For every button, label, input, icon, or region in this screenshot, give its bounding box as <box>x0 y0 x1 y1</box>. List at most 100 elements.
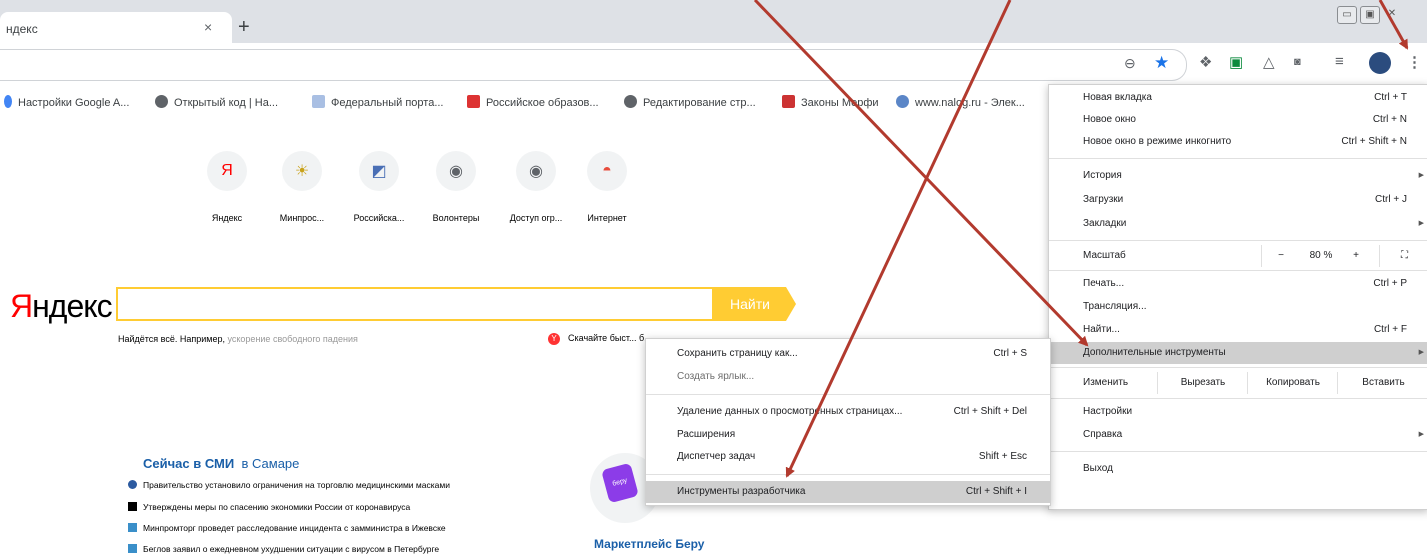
document-icon <box>312 95 325 108</box>
bookmark-item[interactable]: Российское образов... <box>467 95 599 109</box>
menu-divider <box>1049 367 1427 368</box>
browser-promo[interactable]: Y Скачайте быст... б... <box>548 333 652 345</box>
shortcut-tile[interactable]: ☀ Минпрос... <box>266 151 338 223</box>
chrome-menu: Новая вкладка Ctrl + T Новое окно Ctrl + N… <box>1048 84 1427 510</box>
star-icon[interactable]: ★ <box>1154 53 1169 73</box>
bookmark-item[interactable]: Законы Мерфи <box>782 95 879 109</box>
bookmark-item[interactable]: Настройки Google A... <box>4 95 129 109</box>
menu-label: Трансляция... <box>1083 301 1147 312</box>
new-tab-button[interactable]: + <box>238 17 250 37</box>
menu-item-help[interactable]: Справка ▶ <box>1049 424 1427 446</box>
menu-item-settings[interactable]: Настройки <box>1049 401 1427 423</box>
submenu-item-create-shortcut[interactable]: Создать ярлык... <box>646 366 1050 388</box>
globe-icon <box>155 95 168 108</box>
bookmark-label: Российское образов... <box>486 97 599 109</box>
copy-button[interactable]: Копировать <box>1247 372 1338 394</box>
submenu-item-dev-tools[interactable]: Инструменты разработчика Ctrl + Shift + I <box>646 481 1050 503</box>
search-button-tip <box>786 287 796 321</box>
news-item[interactable]: Утверждены меры по спасению экономики Ро… <box>128 502 410 512</box>
menu-shortcut: Ctrl + T <box>1374 92 1407 103</box>
menu-divider <box>1049 451 1427 452</box>
menu-item-new-tab[interactable]: Новая вкладка Ctrl + T <box>1049 87 1427 109</box>
media-icon[interactable]: ≡ <box>1335 53 1344 70</box>
menu-item-print[interactable]: Печать... Ctrl + P <box>1049 273 1427 295</box>
shortcut-tile[interactable]: ◩ Российска... <box>343 151 415 223</box>
news-city[interactable]: в Самаре <box>241 456 299 471</box>
minimize-button[interactable]: ▭ <box>1337 6 1357 24</box>
shortcut-label: Российска... <box>353 213 405 223</box>
submenu-item-extensions[interactable]: Расширения <box>646 424 1050 446</box>
news-title: Сейчас в СМИ <box>143 456 235 471</box>
shortcut-tile[interactable]: ◓ Интернет <box>571 151 643 223</box>
submenu-item-clear-data[interactable]: Удаление данных о просмотренных страница… <box>646 401 1050 423</box>
shortcut-label: Минпрос... <box>279 213 325 223</box>
menu-item-new-window[interactable]: Новое окно Ctrl + N <box>1049 109 1427 131</box>
menu-label: Выход <box>1083 463 1113 474</box>
search-input[interactable] <box>116 287 714 321</box>
address-bar[interactable]: ⊖ ★ <box>0 49 1187 81</box>
fullscreen-icon[interactable]: ⛶ <box>1379 245 1427 267</box>
menu-item-find[interactable]: Найти... Ctrl + F <box>1049 319 1427 341</box>
shortcut-tile[interactable]: ◉ Волонтеры <box>420 151 492 223</box>
bell-icon[interactable]: △ <box>1263 53 1275 71</box>
paste-button[interactable]: Вставить <box>1337 372 1427 394</box>
news-text: Утверждены меры по спасению экономики Ро… <box>143 502 411 512</box>
menu-item-cast[interactable]: Трансляция... <box>1049 296 1427 318</box>
menu-shortcut: Ctrl + Shift + I <box>965 486 1027 497</box>
zoom-icon[interactable]: ⊖ <box>1124 55 1136 72</box>
extension-icon[interactable]: ❖ <box>1199 53 1212 71</box>
menu-item-exit[interactable]: Выход <box>1049 458 1427 480</box>
bookmark-item[interactable]: Федеральный порта... <box>312 95 444 109</box>
close-window-button[interactable]: ✕ <box>1383 6 1401 22</box>
avatar[interactable] <box>1369 52 1391 74</box>
menu-shortcut: Ctrl + J <box>1375 194 1407 205</box>
news-item[interactable]: Минпромторг проведет расследование инцид… <box>128 523 446 533</box>
news-heading[interactable]: Сейчас в СМИ в Самаре <box>143 456 299 471</box>
yandex-logo: Яндекс <box>10 288 113 325</box>
maximize-button[interactable]: ▣ <box>1360 6 1380 24</box>
globe-icon <box>624 95 637 108</box>
bookmark-label: Федеральный порта... <box>331 97 444 109</box>
browser-tab[interactable]: ндекс × <box>0 12 232 43</box>
bookmark-item[interactable]: Открытый код | На... <box>155 95 278 109</box>
menu-item-zoom: Масштаб − 80 % + ⛶ <box>1049 245 1427 267</box>
submenu-arrow-icon: ▶ <box>1418 220 1424 227</box>
globe-icon: ◉ <box>516 151 556 191</box>
menu-item-more-tools[interactable]: Дополнительные инструменты ▶ <box>1049 342 1427 364</box>
news-item[interactable]: Правительство установило ограничения на … <box>128 480 450 490</box>
menu-label: Новое окно <box>1083 114 1136 125</box>
hint-example[interactable]: ускорение свободного падения <box>227 334 357 344</box>
tab-title: ндекс <box>6 22 38 36</box>
beru-title[interactable]: Маркетплейс Беру <box>594 537 704 551</box>
news-item[interactable]: Беглов заявил о ежедневном ухудшении сит… <box>128 544 439 554</box>
menu-label: Загрузки <box>1083 194 1124 205</box>
zoom-in-button[interactable]: + <box>1341 245 1371 267</box>
shortcut-tile[interactable]: ◉ Доступ огр... <box>500 151 572 223</box>
menu-icon[interactable]: ⋮ <box>1407 53 1422 71</box>
zoom-out-button[interactable]: − <box>1261 245 1300 267</box>
close-tab-icon[interactable]: × <box>204 19 212 35</box>
tab-strip: ндекс × + ▭ ▣ ✕ <box>0 0 1427 43</box>
menu-item-downloads[interactable]: Загрузки Ctrl + J <box>1049 189 1427 211</box>
extension-icon[interactable]: ▣ <box>1229 53 1243 71</box>
menu-label: Новое окно в режиме инкогнито <box>1083 136 1232 147</box>
menu-label: Новая вкладка <box>1083 92 1152 103</box>
menu-item-history[interactable]: История ▶ <box>1049 165 1427 187</box>
search-button[interactable]: Найти <box>714 287 786 321</box>
bookmark-item[interactable]: Редактирование стр... <box>624 95 756 109</box>
submenu-item-save-page[interactable]: Сохранить страницу как... Ctrl + S <box>646 343 1050 365</box>
submenu-item-task-manager[interactable]: Диспетчер задач Shift + Esc <box>646 446 1050 468</box>
menu-item-incognito[interactable]: Новое окно в режиме инкогнито Ctrl + Shif… <box>1049 131 1427 153</box>
menu-item-bookmarks[interactable]: Закладки ▶ <box>1049 213 1427 235</box>
menu-divider <box>1049 240 1427 241</box>
menu-label: Удаление данных о просмотренных страница… <box>677 406 903 417</box>
murphy-icon <box>782 95 795 108</box>
shortcut-tile[interactable]: Я Яндекс <box>191 151 263 223</box>
bookmark-label: Законы Мерфи <box>801 97 879 109</box>
cut-button[interactable]: Вырезать <box>1157 372 1248 394</box>
menu-divider <box>646 474 1050 475</box>
menu-divider <box>1049 270 1427 271</box>
extension-icon[interactable]: ◙ <box>1294 56 1301 68</box>
bookmark-item[interactable]: www.nalog.ru - Элек... <box>896 95 1025 109</box>
news-text: Минпромторг проведет расследование инцид… <box>143 523 446 533</box>
